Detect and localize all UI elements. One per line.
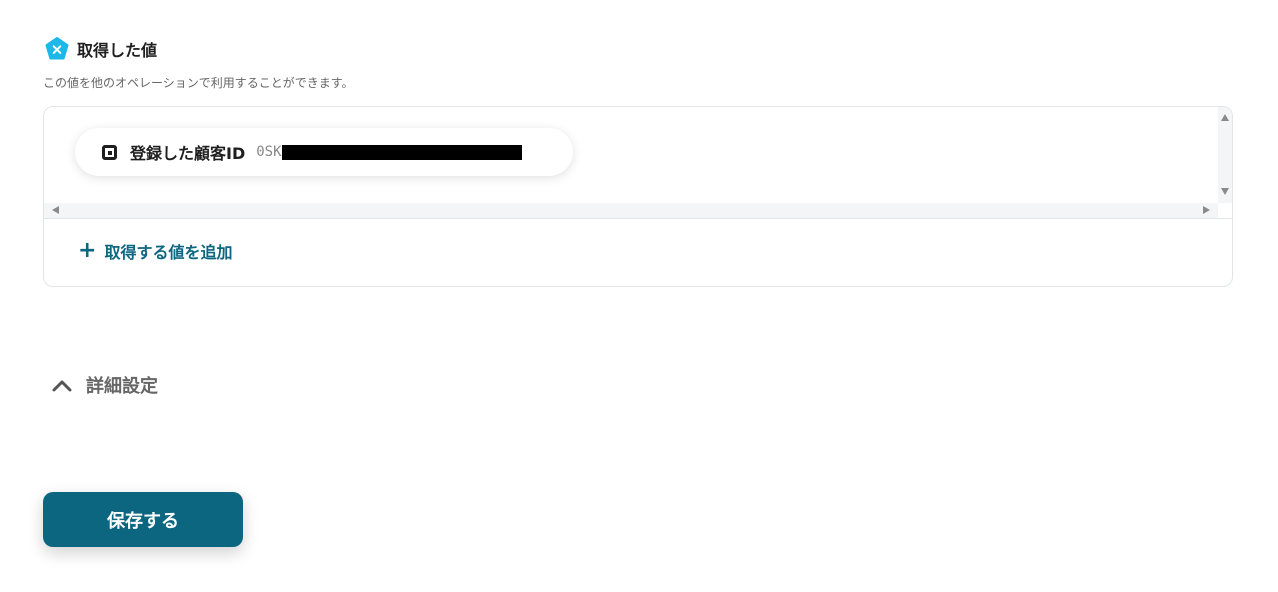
value-chip[interactable]: 登録した顧客ID 0SK xyxy=(75,128,573,176)
values-panel: 登録した顧客ID 0SK + 取得する値を追加 xyxy=(43,106,1233,287)
x-badge-icon xyxy=(45,37,69,60)
plus-icon: + xyxy=(78,238,97,263)
values-scroll-area: 登録した顧客ID 0SK xyxy=(44,107,1232,219)
add-value-button[interactable]: + 取得する値を追加 xyxy=(78,239,232,263)
vertical-scrollbar[interactable] xyxy=(1218,107,1232,203)
scroll-down-arrow-icon[interactable] xyxy=(1221,188,1229,195)
horizontal-scrollbar[interactable] xyxy=(44,203,1218,218)
section-header: 取得した値 xyxy=(45,37,157,61)
details-label: 詳細設定 xyxy=(86,376,158,397)
section-description: この値を他のオペレーションで利用することができます。 xyxy=(43,76,354,90)
scroll-up-arrow-icon[interactable] xyxy=(1221,114,1229,121)
section-title: 取得した値 xyxy=(77,41,158,60)
divider xyxy=(44,218,1232,219)
save-button[interactable]: 保存する xyxy=(43,492,243,547)
square-dot-icon xyxy=(102,144,117,160)
scroll-left-arrow-icon[interactable] xyxy=(52,206,59,214)
chevron-up-icon xyxy=(52,380,72,392)
value-chip-label: 登録した顧客ID xyxy=(130,144,246,163)
details-toggle[interactable]: 詳細設定 xyxy=(52,372,158,398)
scroll-right-arrow-icon[interactable] xyxy=(1203,206,1210,214)
add-value-label: 取得する値を追加 xyxy=(104,243,233,262)
redacted-value xyxy=(281,144,522,160)
value-chip-value: 0SK xyxy=(256,144,282,160)
